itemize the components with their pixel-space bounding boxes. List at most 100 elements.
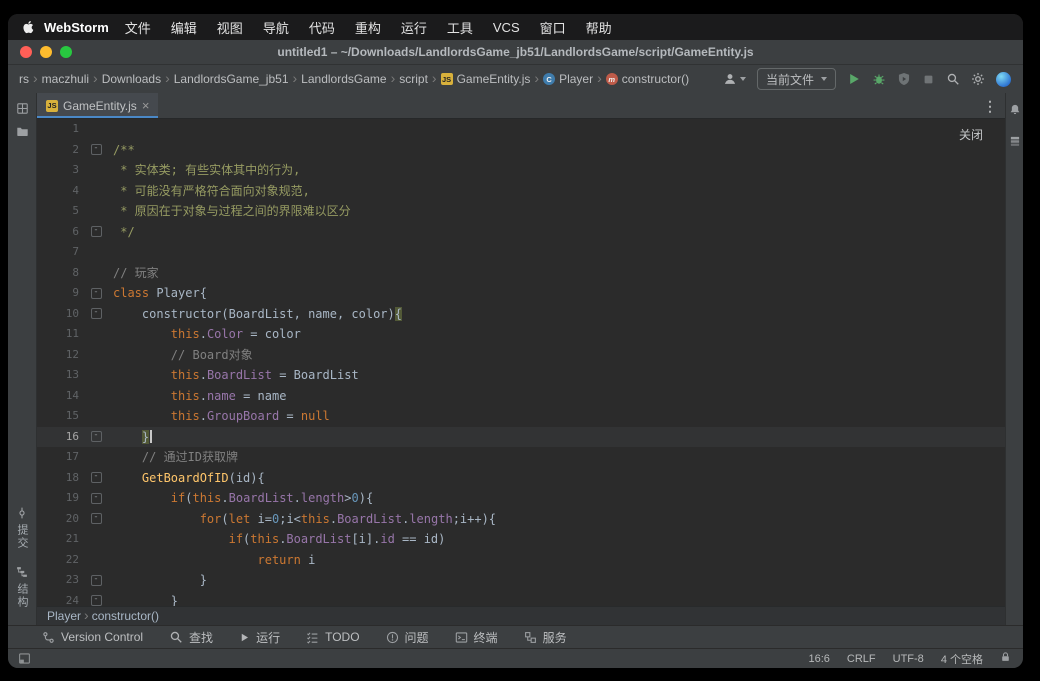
breadcrumb-item[interactable]: LandlordsGame_jb51: [173, 71, 290, 87]
breadcrumb-item[interactable]: Downloads: [101, 71, 162, 87]
tool-window-button[interactable]: 运行: [239, 629, 280, 646]
line-number[interactable]: 24: [37, 591, 87, 607]
menu-item[interactable]: 工具: [437, 18, 483, 37]
line-number[interactable]: 10: [37, 304, 87, 325]
tab-close-button[interactable]: ×: [142, 99, 150, 112]
fold-marker-icon[interactable]: -: [91, 513, 102, 524]
fold-marker-icon[interactable]: -: [91, 493, 102, 504]
run-configuration-select[interactable]: 当前文件: [757, 68, 836, 90]
fold-marker-icon[interactable]: -: [91, 226, 102, 237]
fold-marker-icon[interactable]: -: [91, 575, 102, 586]
panel-icon[interactable]: [18, 652, 31, 665]
tool-window-button[interactable]: 终端: [455, 629, 498, 646]
minimize-window-button[interactable]: [40, 46, 52, 58]
tool-stripe-button[interactable]: [16, 97, 29, 120]
menu-item[interactable]: 代码: [299, 18, 345, 37]
line-separator[interactable]: CRLF: [847, 653, 876, 665]
user-avatar[interactable]: [996, 72, 1011, 87]
line-number[interactable]: 20: [37, 509, 87, 530]
readonly-lock-button[interactable]: [1000, 651, 1011, 666]
profile-menu-button[interactable]: [723, 72, 746, 86]
menu-item[interactable]: 运行: [391, 18, 437, 37]
menu-item[interactable]: VCS: [483, 20, 530, 35]
line-number[interactable]: 21: [37, 529, 87, 550]
menu-item[interactable]: 帮助: [576, 18, 622, 37]
menu-item[interactable]: 文件: [115, 18, 161, 37]
gutter-fold-column: [87, 242, 105, 263]
settings-button[interactable]: [971, 72, 985, 86]
breadcrumb-item[interactable]: CPlayer: [542, 71, 594, 87]
tool-window-button[interactable]: 问题: [386, 629, 429, 646]
menu-item[interactable]: 导航: [253, 18, 299, 37]
close-window-button[interactable]: [20, 46, 32, 58]
search-everywhere-button[interactable]: [946, 72, 960, 86]
breadcrumb-item[interactable]: maczhuli: [41, 71, 90, 87]
menu-items: 文件编辑视图导航代码重构运行工具VCS窗口帮助: [115, 18, 622, 37]
line-number[interactable]: 7: [37, 242, 87, 263]
fold-marker-icon[interactable]: -: [91, 288, 102, 299]
caret-position[interactable]: 16:6: [808, 653, 829, 665]
apple-icon[interactable]: [22, 20, 34, 34]
tool-stripe-button[interactable]: 结构: [14, 566, 30, 609]
menu-item[interactable]: 窗口: [530, 18, 576, 37]
line-number[interactable]: 3: [37, 160, 87, 181]
fold-marker-icon[interactable]: -: [91, 472, 102, 483]
breadcrumb-item[interactable]: Player: [47, 609, 81, 623]
breadcrumb-item[interactable]: script: [398, 71, 429, 87]
tool-window-button[interactable]: Version Control: [42, 630, 143, 644]
line-number[interactable]: 1: [37, 119, 87, 140]
line-number[interactable]: 8: [37, 263, 87, 284]
fold-marker-icon[interactable]: -: [91, 431, 102, 442]
line-number[interactable]: 14: [37, 386, 87, 407]
line-number[interactable]: 12: [37, 345, 87, 366]
coverage-button[interactable]: [897, 72, 911, 86]
tool-stripe-button[interactable]: [1009, 130, 1021, 152]
tool-stripe-button[interactable]: [1009, 98, 1021, 121]
debug-button[interactable]: [872, 72, 886, 86]
line-number[interactable]: 17: [37, 447, 87, 468]
run-button[interactable]: [847, 72, 861, 86]
line-number[interactable]: 16: [37, 427, 87, 448]
code-line: 12 // Board对象: [37, 345, 1005, 366]
tool-window-label: 问题: [405, 629, 429, 646]
menu-item[interactable]: 视图: [207, 18, 253, 37]
editor-tab[interactable]: JSGameEntity.js×: [37, 93, 158, 118]
line-number[interactable]: 22: [37, 550, 87, 571]
file-encoding[interactable]: UTF-8: [893, 653, 924, 665]
code-text: }: [105, 570, 207, 591]
zoom-window-button[interactable]: [60, 46, 72, 58]
tool-stripe-button[interactable]: [16, 120, 29, 143]
tool-window-button[interactable]: 服务: [524, 629, 567, 646]
line-number[interactable]: 11: [37, 324, 87, 345]
menu-item[interactable]: 编辑: [161, 18, 207, 37]
line-number[interactable]: 9: [37, 283, 87, 304]
line-number[interactable]: 2: [37, 140, 87, 161]
stop-button[interactable]: [922, 73, 935, 86]
fold-marker-icon[interactable]: -: [91, 595, 102, 606]
line-number[interactable]: 13: [37, 365, 87, 386]
menu-item[interactable]: 重构: [345, 18, 391, 37]
tool-stripe-button[interactable]: 提交: [14, 507, 30, 550]
line-number[interactable]: 4: [37, 181, 87, 202]
profile-icon: [723, 72, 737, 86]
code-editor[interactable]: 12-/**3 * 实体类; 有些实体其中的行为,4 * 可能没有严格符合面向对…: [37, 119, 1005, 606]
fold-marker-icon[interactable]: -: [91, 144, 102, 155]
line-number[interactable]: 15: [37, 406, 87, 427]
line-number[interactable]: 5: [37, 201, 87, 222]
tool-window-button[interactable]: TODO: [306, 630, 359, 644]
line-number[interactable]: 18: [37, 468, 87, 489]
breadcrumb-item[interactable]: JSGameEntity.js: [440, 71, 532, 87]
indent-style[interactable]: 4 个空格: [941, 651, 983, 667]
breadcrumb-item[interactable]: rs: [18, 71, 30, 87]
tool-window-button[interactable]: 查找: [169, 629, 213, 646]
close-link[interactable]: 关闭: [959, 126, 983, 143]
breadcrumb-item[interactable]: mconstructor(): [605, 71, 690, 87]
line-number[interactable]: 6: [37, 222, 87, 243]
breadcrumb-item[interactable]: constructor(): [92, 609, 159, 623]
line-number[interactable]: 19: [37, 488, 87, 509]
breadcrumb-item[interactable]: LandlordsGame: [300, 71, 387, 87]
app-menu-webstorm[interactable]: WebStorm: [44, 20, 109, 35]
more-options-icon[interactable]: ⋮: [975, 93, 1005, 118]
fold-marker-icon[interactable]: -: [91, 308, 102, 319]
line-number[interactable]: 23: [37, 570, 87, 591]
